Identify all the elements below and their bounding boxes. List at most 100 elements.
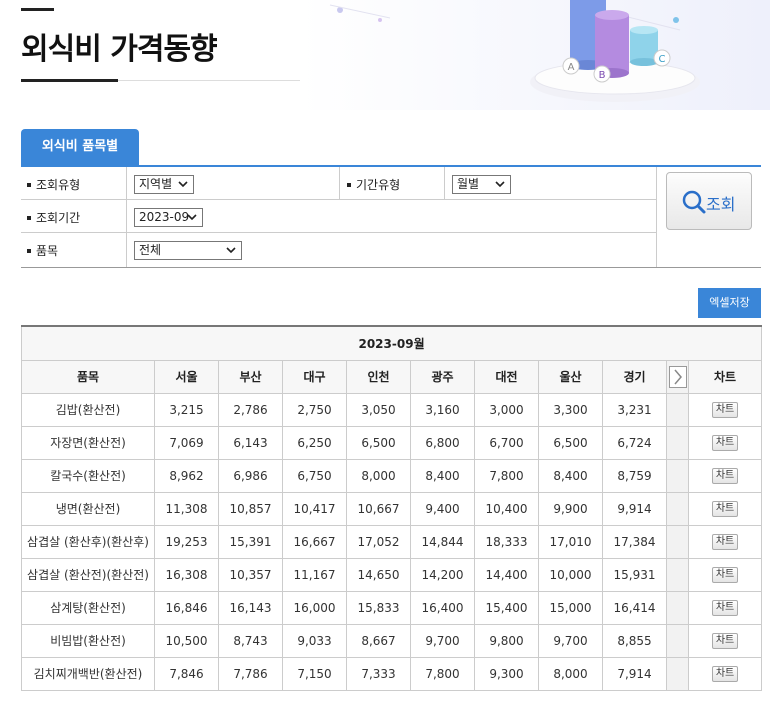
price-cell: 3,215 xyxy=(154,392,219,427)
price-cell: 10,417 xyxy=(282,491,347,526)
price-cell: 19,253 xyxy=(154,524,219,559)
table-row: 비빔밥(환산전) 10,500 8,743 9,033 8,667 9,700 9,800 9… xyxy=(21,623,763,658)
price-cell: 14,650 xyxy=(346,557,411,592)
price-cell: 10,500 xyxy=(154,623,219,658)
chart-button[interactable]: 차트 xyxy=(711,402,739,418)
price-cell: 17,010 xyxy=(538,524,603,559)
chart-button[interactable]: 차트 xyxy=(711,501,739,517)
price-cell: 8,743 xyxy=(218,623,283,658)
price-cell: 9,400 xyxy=(410,491,475,526)
price-cell: 7,846 xyxy=(154,656,219,691)
search-button[interactable]: 조회 xyxy=(666,172,752,230)
price-cell: 8,400 xyxy=(410,458,475,493)
chart-button[interactable]: 차트 xyxy=(711,567,739,583)
query-type-label: 조회유형 xyxy=(27,176,80,193)
item-name-cell: 자장면(환산전) xyxy=(21,425,155,460)
price-cell: 11,167 xyxy=(282,557,347,592)
search-button-label: 조회 xyxy=(706,195,736,214)
chevron-down-icon xyxy=(178,181,188,188)
price-cell: 10,667 xyxy=(346,491,411,526)
price-cell: 7,786 xyxy=(218,656,283,691)
price-cell: 16,667 xyxy=(282,524,347,559)
price-cell: 7,333 xyxy=(346,656,411,691)
price-cell: 15,833 xyxy=(346,590,411,625)
price-cell: 17,384 xyxy=(602,524,667,559)
price-cell: 10,000 xyxy=(538,557,603,592)
column-header: 부산 xyxy=(218,359,283,394)
price-cell: 9,300 xyxy=(474,656,539,691)
price-cell: 8,000 xyxy=(346,458,411,493)
price-cell: 14,200 xyxy=(410,557,475,592)
chevron-right-icon xyxy=(668,365,687,388)
price-cell: 16,000 xyxy=(282,590,347,625)
price-cell: 8,000 xyxy=(538,656,603,691)
excel-save-button[interactable]: 엑셀저장 xyxy=(698,288,761,318)
scroll-next-button[interactable] xyxy=(666,359,689,394)
chart-button[interactable]: 차트 xyxy=(711,600,739,616)
price-cell: 9,033 xyxy=(282,623,347,658)
table-row: 칼국수(환산전) 8,962 6,986 6,750 8,000 8,400 7,800 8,… xyxy=(21,458,763,493)
price-cell: 15,931 xyxy=(602,557,667,592)
table-row: 김밥(환산전) 3,215 2,786 2,750 3,050 3,160 3,000 3,3… xyxy=(21,392,763,427)
scroll-gap-cell xyxy=(666,623,689,658)
table-row: 삼겹살 (환산전)(환산전) 16,308 10,357 11,167 14,650 14… xyxy=(21,557,763,592)
chart-cell: 차트 xyxy=(687,524,763,559)
chart-cell: 차트 xyxy=(687,491,763,526)
column-header: 경기 xyxy=(602,359,667,394)
price-cell: 3,160 xyxy=(410,392,475,427)
chart-cell: 차트 xyxy=(687,458,763,493)
query-type-select[interactable]: 지역별 xyxy=(134,175,194,194)
item-name-cell: 삼겹살 (환산후)(환산후) xyxy=(21,524,155,559)
price-cell: 14,844 xyxy=(410,524,475,559)
item-name-cell: 삼계탕(환산전) xyxy=(21,590,155,625)
period-type-select[interactable]: 월별 xyxy=(452,175,511,194)
price-cell: 6,143 xyxy=(218,425,283,460)
price-cell: 6,724 xyxy=(602,425,667,460)
item-select[interactable]: 전체 xyxy=(134,241,242,260)
chart-button[interactable]: 차트 xyxy=(711,666,739,682)
price-cell: 9,700 xyxy=(538,623,603,658)
period-label: 조회기간 xyxy=(27,209,80,226)
chevron-down-icon xyxy=(187,214,197,221)
cylinder-label-c: C xyxy=(659,54,666,65)
chart-cell: 차트 xyxy=(687,590,763,625)
scroll-gap-cell xyxy=(666,656,689,691)
column-header: 인천 xyxy=(346,359,411,394)
scroll-gap-cell xyxy=(666,557,689,592)
title-top-rule xyxy=(21,8,54,11)
price-cell: 16,400 xyxy=(410,590,475,625)
price-cell: 9,700 xyxy=(410,623,475,658)
price-cell: 16,308 xyxy=(154,557,219,592)
chart-cell: 차트 xyxy=(687,392,763,427)
column-header: 광주 xyxy=(410,359,475,394)
item-name-cell: 삼겹살 (환산전)(환산전) xyxy=(21,557,155,592)
item-name-cell: 김밥(환산전) xyxy=(21,392,155,427)
price-cell: 2,750 xyxy=(282,392,347,427)
chart-button[interactable]: 차트 xyxy=(711,468,739,484)
item-value: 전체 xyxy=(139,243,162,257)
price-cell: 14,400 xyxy=(474,557,539,592)
period-select[interactable]: 2023-09 xyxy=(134,208,203,227)
chevron-down-icon xyxy=(226,247,236,254)
price-cell: 6,500 xyxy=(538,425,603,460)
chart-cell: 차트 xyxy=(687,623,763,658)
price-cell: 8,855 xyxy=(602,623,667,658)
price-cell: 9,900 xyxy=(538,491,603,526)
tab-food-cost-by-item[interactable]: 외식비 품목별 xyxy=(21,129,139,165)
filter-row-item: 품목 전체 xyxy=(21,233,656,267)
chart-button[interactable]: 차트 xyxy=(711,633,739,649)
price-cell: 16,846 xyxy=(154,590,219,625)
price-cell: 8,400 xyxy=(538,458,603,493)
price-cell: 3,000 xyxy=(474,392,539,427)
price-cell: 8,962 xyxy=(154,458,219,493)
price-cell: 6,250 xyxy=(282,425,347,460)
chart-button[interactable]: 차트 xyxy=(711,534,739,550)
chart-button[interactable]: 차트 xyxy=(711,435,739,451)
price-cell: 15,391 xyxy=(218,524,283,559)
table-row: 자장면(환산전) 7,069 6,143 6,250 6,500 6,800 6,700 6,… xyxy=(21,425,763,460)
price-cell: 10,857 xyxy=(218,491,283,526)
price-cell: 3,050 xyxy=(346,392,411,427)
price-cell: 7,800 xyxy=(410,656,475,691)
price-cell: 8,759 xyxy=(602,458,667,493)
price-cell: 16,143 xyxy=(218,590,283,625)
